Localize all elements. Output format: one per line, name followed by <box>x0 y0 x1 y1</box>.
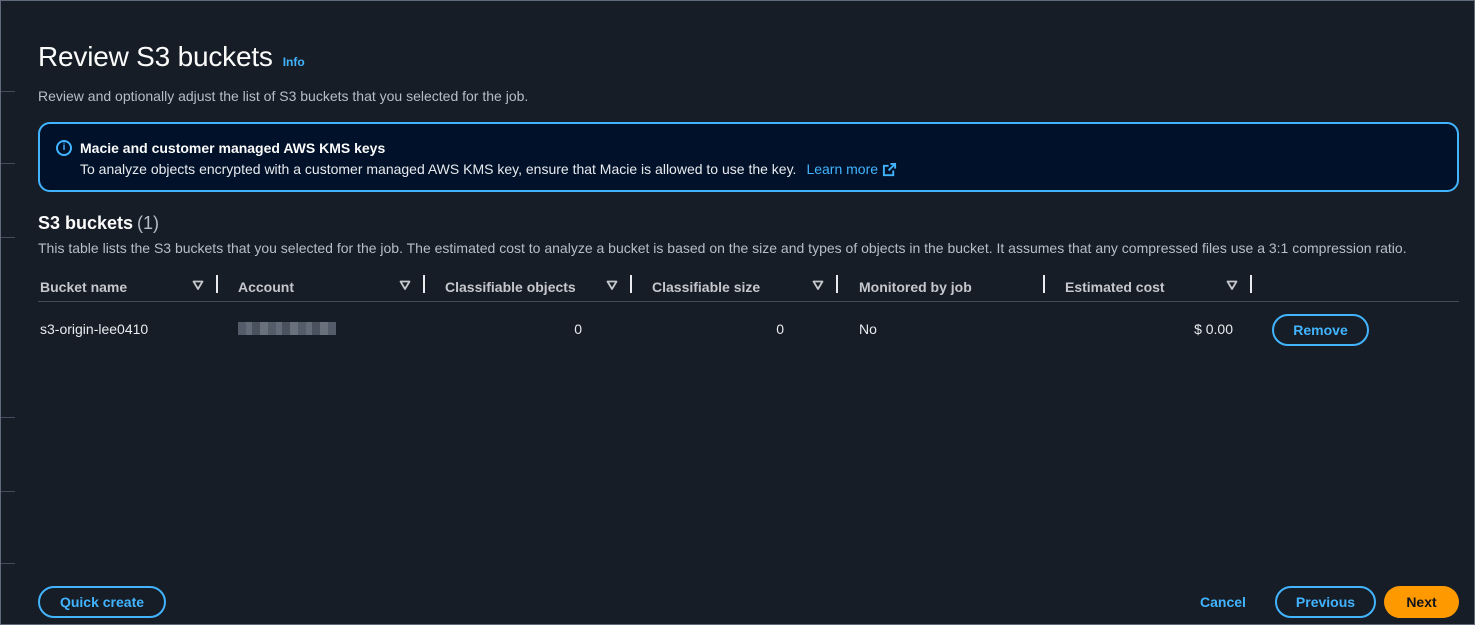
column-divider[interactable] <box>216 275 218 293</box>
external-link-icon <box>882 162 897 176</box>
info-circle-icon: i <box>56 140 72 156</box>
left-edge-tick <box>1 237 15 238</box>
sort-caret-icon[interactable] <box>1226 279 1238 291</box>
cell-bucket-name: s3-origin-lee0410 <box>40 321 149 337</box>
s3-buckets-table: Bucket name Account Classifiable objects… <box>38 271 1459 358</box>
column-header-classifiable-objects[interactable]: Classifiable objects <box>445 277 576 297</box>
cell-classifiable-size: 0 <box>776 321 784 337</box>
left-edge-tick <box>1 163 15 164</box>
column-header-account[interactable]: Account <box>238 277 294 297</box>
page-header: Review S3 buckets Info <box>38 41 305 73</box>
section-count: (1) <box>137 213 160 233</box>
sort-caret-icon[interactable] <box>812 279 824 291</box>
next-button[interactable]: Next <box>1384 586 1459 618</box>
column-divider[interactable] <box>1043 275 1045 293</box>
sort-caret-icon[interactable] <box>399 279 411 291</box>
column-header-bucket-name[interactable]: Bucket name <box>40 277 127 297</box>
cell-monitored-by-job: No <box>859 321 877 337</box>
column-header-monitored-by-job: Monitored by job <box>859 279 972 295</box>
table-row: s3-origin-lee0410 0 0 No $ 0.00 Remove <box>38 302 1459 358</box>
left-edge-tick <box>1 563 15 564</box>
column-header-classifiable-size[interactable]: Classifiable size <box>652 277 760 297</box>
column-header-estimated-cost[interactable]: Estimated cost <box>1065 277 1165 297</box>
section-title-text: S3 buckets <box>38 213 134 233</box>
left-edge-tick <box>1 491 15 492</box>
column-divider[interactable] <box>423 275 425 293</box>
alert-title: Macie and customer managed AWS KMS keys <box>80 140 386 156</box>
quick-create-button[interactable]: Quick create <box>38 586 166 618</box>
column-divider[interactable] <box>1250 275 1252 293</box>
previous-button[interactable]: Previous <box>1275 586 1376 618</box>
column-divider[interactable] <box>836 275 838 293</box>
left-edge-tick <box>1 91 15 92</box>
sort-caret-icon[interactable] <box>606 279 618 291</box>
learn-more-label: Learn more <box>806 161 879 177</box>
table-header: Bucket name Account Classifiable objects… <box>38 271 1459 302</box>
cell-estimated-cost: $ 0.00 <box>1194 321 1233 337</box>
cell-classifiable-objects: 0 <box>574 321 582 337</box>
page-title: Review S3 buckets <box>38 41 273 72</box>
info-link[interactable]: Info <box>283 55 305 69</box>
alert-body: To analyze objects encrypted with a cust… <box>80 161 897 177</box>
left-edge-tick <box>1 417 15 418</box>
sort-caret-icon[interactable] <box>192 279 204 291</box>
remove-button[interactable]: Remove <box>1272 314 1369 346</box>
redacted-account-id <box>238 322 336 335</box>
section-description: This table lists the S3 buckets that you… <box>38 240 1407 256</box>
app-window: Review S3 buckets Info Review and option… <box>0 0 1475 625</box>
alert-body-text: To analyze objects encrypted with a cust… <box>80 161 797 177</box>
cancel-button[interactable]: Cancel <box>1187 586 1259 618</box>
column-divider[interactable] <box>630 275 632 293</box>
info-alert: i Macie and customer managed AWS KMS key… <box>38 122 1459 192</box>
section-title: S3 buckets (1) <box>38 213 159 234</box>
learn-more-link[interactable]: Learn more <box>806 161 897 177</box>
page-description: Review and optionally adjust the list of… <box>38 88 529 104</box>
